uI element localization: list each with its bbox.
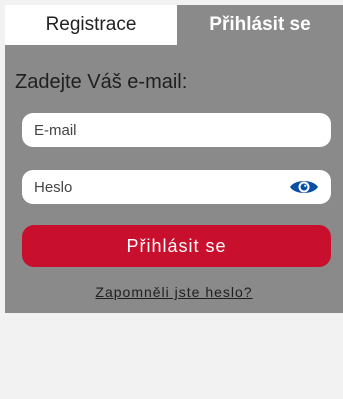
tab-login-label: Přihlásit se: [209, 14, 311, 35]
email-prompt: Zadejte Váš e-mail:: [15, 71, 188, 93]
email-placeholder: E-mail: [34, 121, 77, 139]
eye-icon[interactable]: [289, 178, 319, 196]
login-panel: Zadejte Váš e-mail: E-mail Heslo Přihlás…: [5, 45, 343, 313]
tab-register[interactable]: Registrace: [5, 5, 177, 45]
forgot-password-link[interactable]: Zapomněli jste heslo?: [5, 284, 343, 300]
login-button[interactable]: Přihlásit se: [22, 225, 331, 267]
password-field[interactable]: Heslo: [22, 170, 331, 204]
tab-register-label: Registrace: [45, 14, 137, 35]
email-field[interactable]: E-mail: [22, 113, 331, 147]
password-placeholder: Heslo: [34, 178, 73, 196]
auth-tabs: Registrace Přihlásit se: [5, 5, 343, 45]
login-button-label: Přihlásit se: [126, 235, 227, 256]
tab-login[interactable]: Přihlásit se: [177, 5, 343, 45]
